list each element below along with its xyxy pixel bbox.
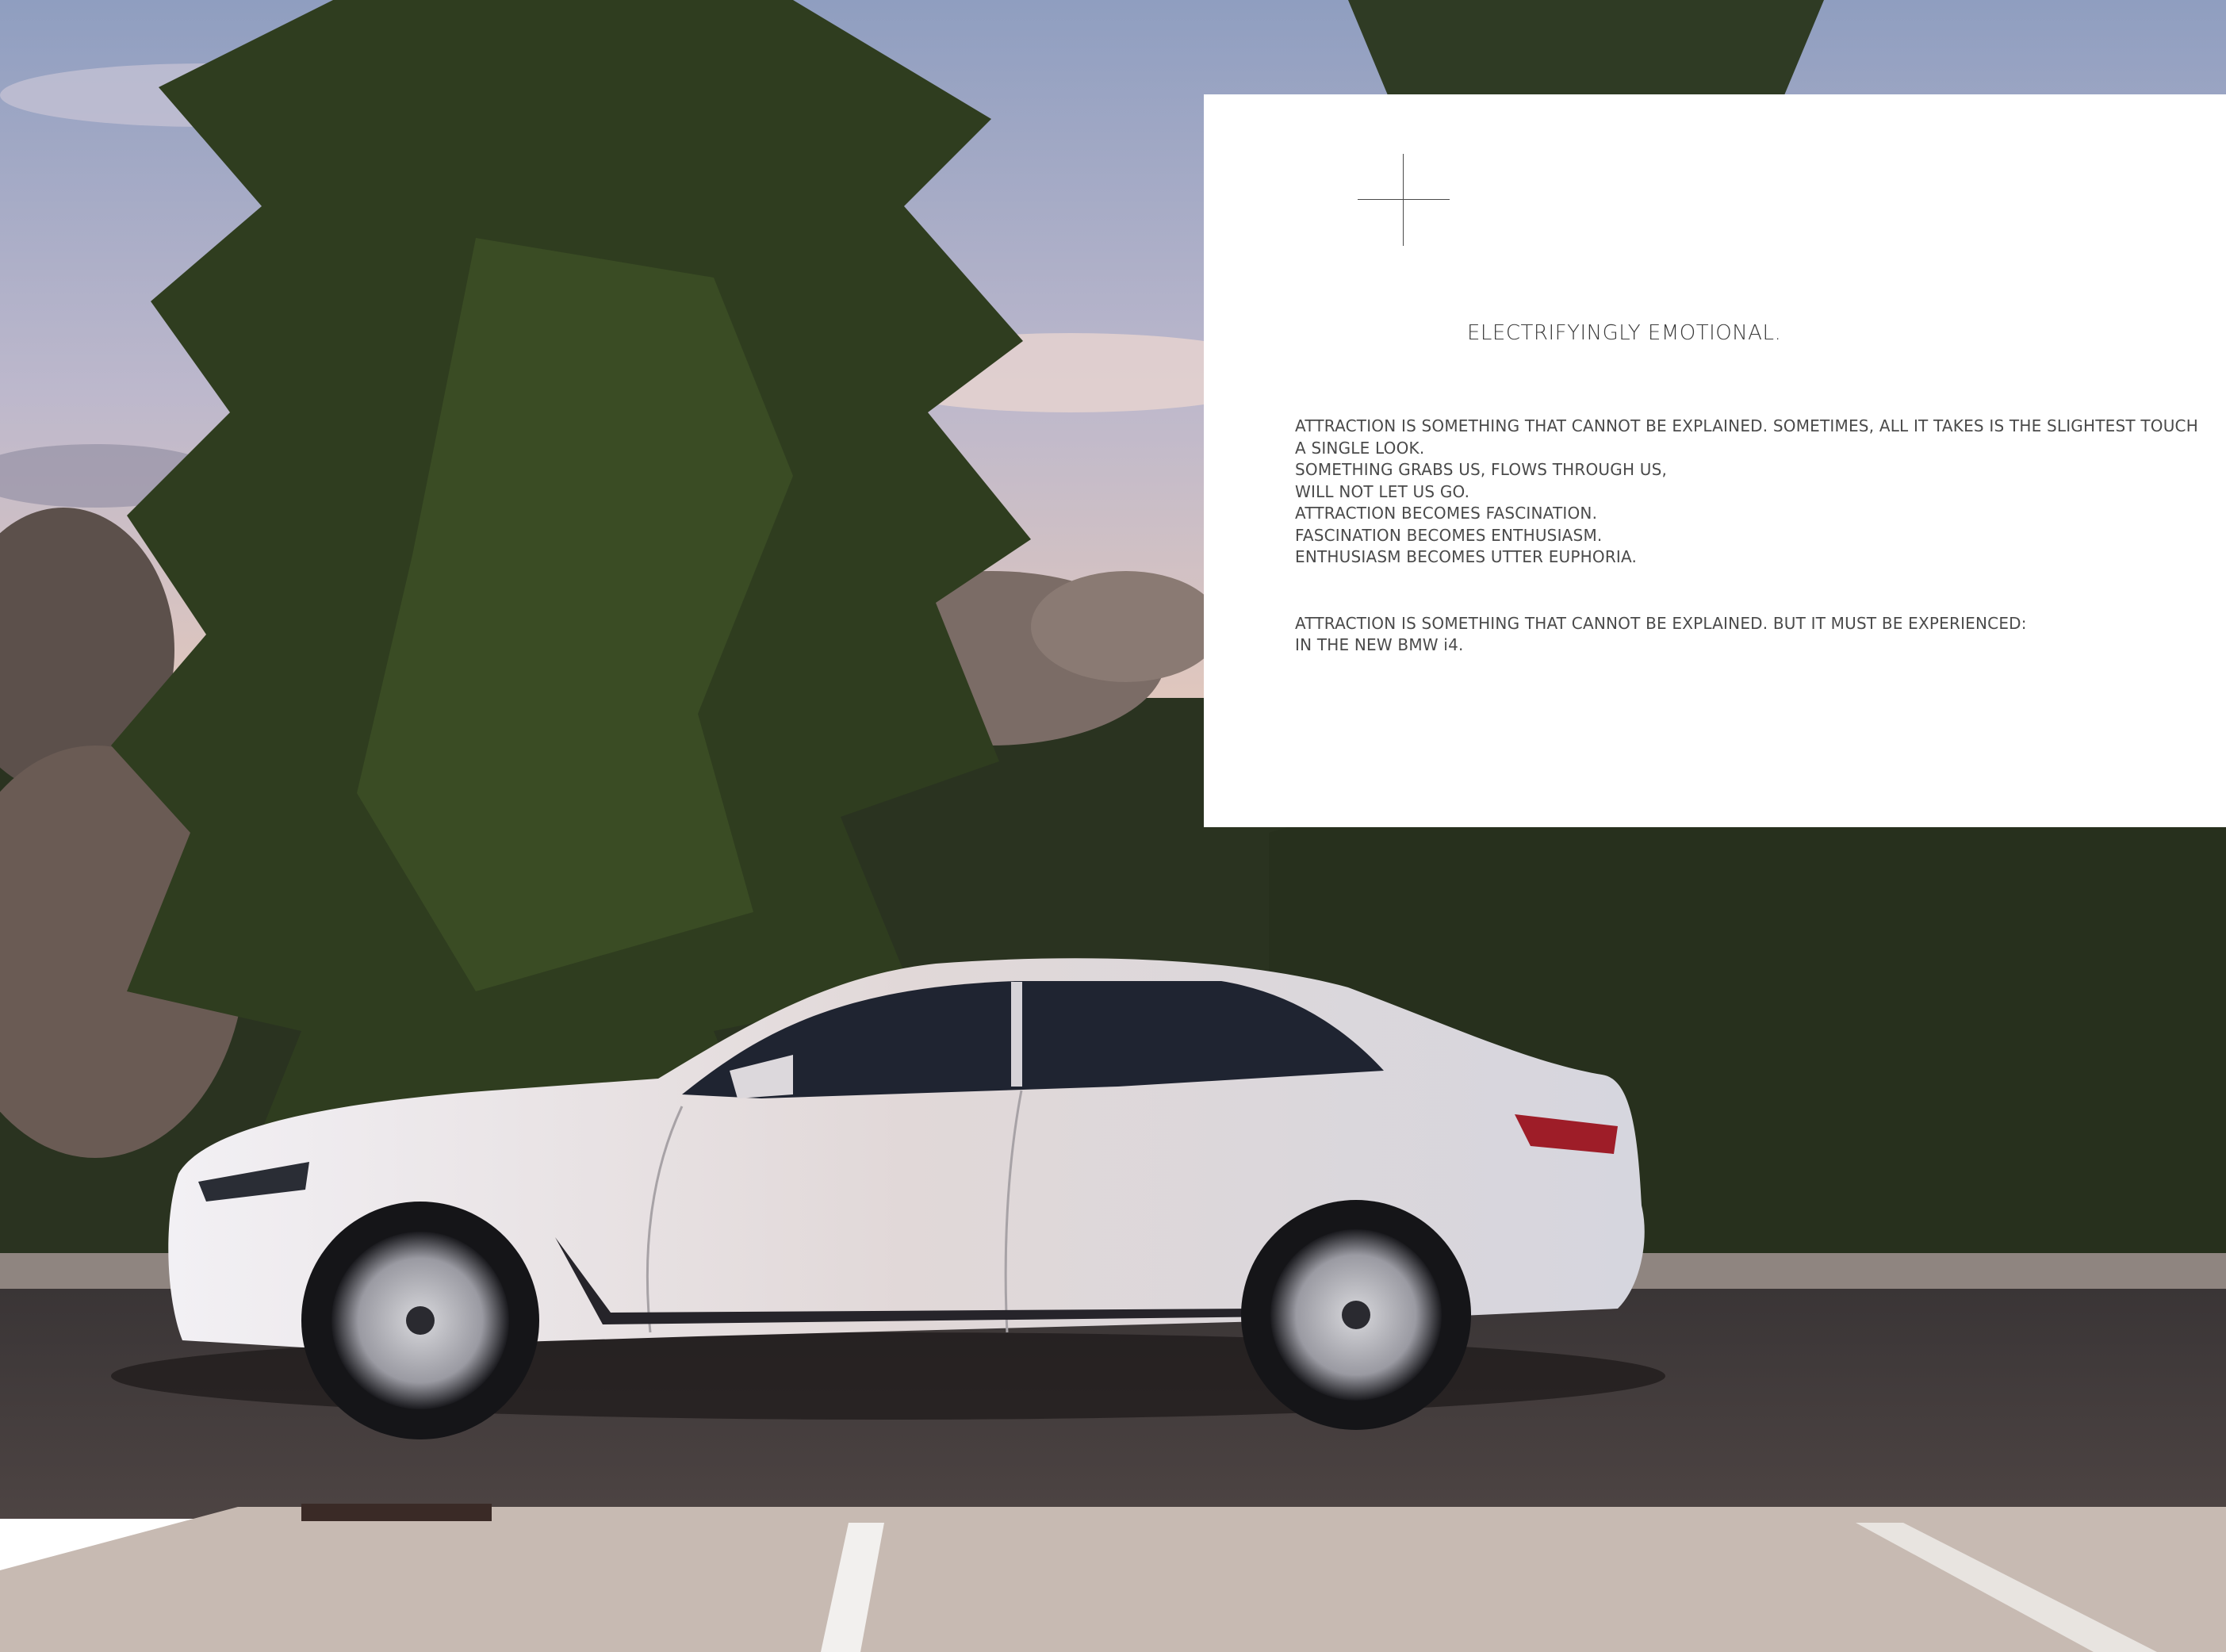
crosshair-vertical <box>1403 154 1404 246</box>
body-line: ENTHUSIASM BECOMES UTTER EUPHORIA. <box>1295 547 1638 566</box>
body-line: ATTRACTION BECOMES FASCINATION. <box>1295 504 1598 523</box>
wheel-rear-hub <box>1342 1301 1370 1329</box>
body-line: IN THE NEW BMW i4. <box>1295 635 1464 654</box>
crosshair-icon <box>1358 154 1450 246</box>
body-line: ATTRACTION IS SOMETHING THAT CANNOT BE E… <box>1295 613 2027 633</box>
drain <box>301 1504 492 1521</box>
window-pillar <box>1011 982 1022 1087</box>
body-line: FASCINATION BECOMES ENTHUSIASM. <box>1295 525 1603 545</box>
body-line: ATTRACTION IS SOMETHING THAT CANNOT BE E… <box>1295 416 2198 435</box>
rock <box>1031 571 1221 682</box>
text-panel: ELECTRIFYINGLY EMOTIONAL. ATTRACTION IS … <box>1204 94 2226 827</box>
body-line: A SINGLE LOOK. <box>1295 438 1425 458</box>
headline: ELECTRIFYINGLY EMOTIONAL. <box>1467 321 1782 345</box>
wheel-front-hub <box>406 1306 435 1335</box>
tree-top <box>1348 0 1824 95</box>
body-line: WILL NOT LET US GO. <box>1295 481 1470 501</box>
body-line: SOMETHING GRABS US, FLOWS THROUGH US, <box>1295 460 1668 479</box>
crosshair-horizontal <box>1358 199 1450 200</box>
body-copy: ATTRACTION IS SOMETHING THAT CANNOT BE E… <box>1295 416 2226 657</box>
